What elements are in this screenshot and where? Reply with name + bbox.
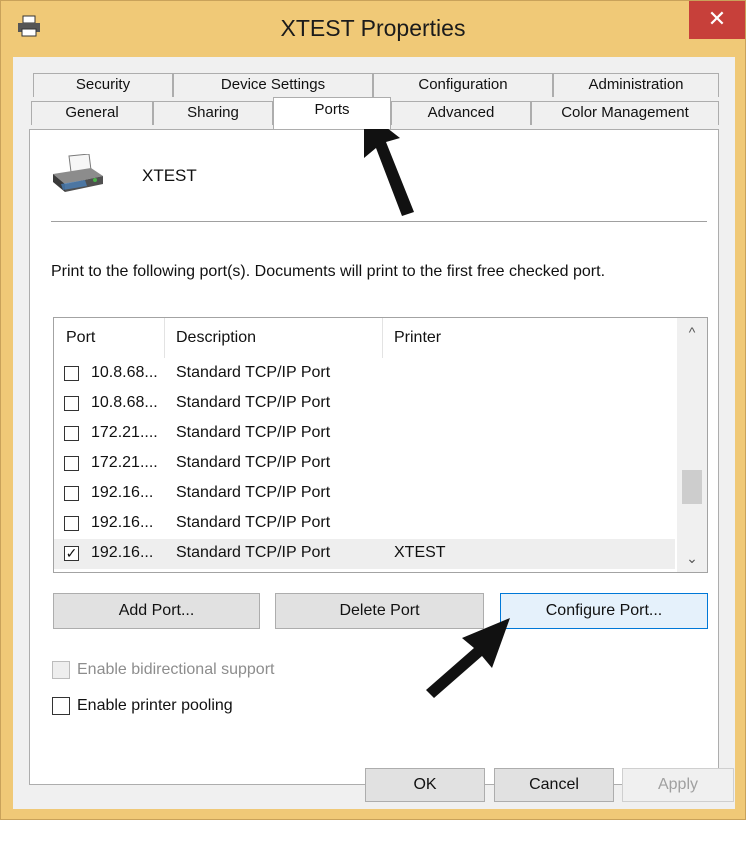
printer-pooling-label: Enable printer pooling (77, 697, 233, 714)
port-description: Standard TCP/IP Port (176, 514, 331, 531)
port-description: Standard TCP/IP Port (176, 544, 331, 561)
port-printer: XTEST (394, 544, 446, 561)
port-row[interactable]: 192.16... Standard TCP/IP Port (54, 509, 675, 539)
tab-device-settings[interactable]: Device Settings (173, 73, 373, 97)
apply-button[interactable]: Apply (622, 768, 734, 802)
scrollbar-thumb[interactable] (682, 470, 702, 504)
port-description: Standard TCP/IP Port (176, 424, 331, 441)
tab-ports[interactable]: Ports (273, 97, 391, 129)
port-checkbox-checked[interactable]: ✓ (64, 546, 79, 561)
close-button[interactable]: ✕ (689, 1, 745, 39)
port-name: 10.8.68... (91, 364, 158, 381)
port-checkbox[interactable] (64, 366, 79, 381)
port-checkbox[interactable] (64, 516, 79, 531)
printer-name: XTEST (142, 166, 197, 185)
ports-list[interactable]: Port Description Printer 10.8.68... Stan… (53, 317, 708, 573)
port-row[interactable]: 192.16... Standard TCP/IP Port (54, 479, 675, 509)
tab-administration[interactable]: Administration (553, 73, 719, 97)
column-header-port[interactable]: Port (66, 318, 95, 358)
arrow-annotation-icon (426, 618, 510, 698)
title-bar[interactable]: XTEST Properties ✕ (1, 1, 745, 57)
port-row[interactable]: 10.8.68... Standard TCP/IP Port (54, 389, 675, 419)
window-title: XTEST Properties (280, 15, 466, 41)
port-checkbox[interactable] (64, 486, 79, 501)
port-name: 192.16... (91, 514, 154, 531)
column-divider[interactable] (164, 318, 165, 358)
printer-icon (53, 154, 103, 192)
tab-sharing[interactable]: Sharing (153, 101, 273, 125)
ok-button[interactable]: OK (365, 768, 485, 802)
port-description: Standard TCP/IP Port (176, 394, 331, 411)
close-icon: ✕ (707, 6, 727, 31)
port-name: 192.16... (91, 544, 154, 561)
port-row[interactable]: 172.21.... Standard TCP/IP Port (54, 449, 675, 479)
column-header-printer[interactable]: Printer (394, 318, 441, 358)
tab-color-management[interactable]: Color Management (531, 101, 719, 125)
ports-scrollbar[interactable]: ^ ⌄ (677, 318, 707, 572)
separator (51, 221, 707, 222)
cancel-button[interactable]: Cancel (494, 768, 614, 802)
column-header-description[interactable]: Description (176, 318, 256, 358)
add-port-button[interactable]: Add Port... (53, 593, 260, 629)
scroll-up-arrow-icon[interactable]: ^ (677, 318, 707, 346)
port-instructions: Print to the following port(s). Document… (51, 263, 606, 280)
port-description: Standard TCP/IP Port (176, 364, 331, 381)
configure-port-button[interactable]: Configure Port... (500, 593, 708, 629)
port-description: Standard TCP/IP Port (176, 484, 331, 501)
port-row[interactable]: 172.21.... Standard TCP/IP Port (54, 419, 675, 449)
port-name: 10.8.68... (91, 394, 158, 411)
tab-security[interactable]: Security (33, 73, 173, 97)
port-name: 172.21.... (91, 454, 158, 471)
printer-pooling-checkbox[interactable] (52, 697, 70, 715)
port-checkbox[interactable] (64, 396, 79, 411)
column-divider[interactable] (382, 318, 383, 358)
checkmark-icon: ✓ (65, 545, 78, 561)
scroll-down-arrow-icon[interactable]: ⌄ (677, 544, 707, 572)
port-name: 192.16... (91, 484, 154, 501)
port-checkbox[interactable] (64, 426, 79, 441)
bidirectional-checkbox[interactable] (52, 661, 70, 679)
tab-general[interactable]: General (31, 101, 153, 125)
bidirectional-label: Enable bidirectional support (77, 661, 275, 678)
port-description: Standard TCP/IP Port (176, 454, 331, 471)
properties-window: XTEST Properties ✕ Security Device Setti… (0, 0, 746, 820)
port-row[interactable]: 10.8.68... Standard TCP/IP Port (54, 359, 675, 389)
port-row-selected[interactable]: ✓ 192.16... Standard TCP/IP Port XTEST (54, 539, 675, 569)
port-checkbox[interactable] (64, 456, 79, 471)
port-name: 172.21.... (91, 424, 158, 441)
tab-configuration[interactable]: Configuration (373, 73, 553, 97)
